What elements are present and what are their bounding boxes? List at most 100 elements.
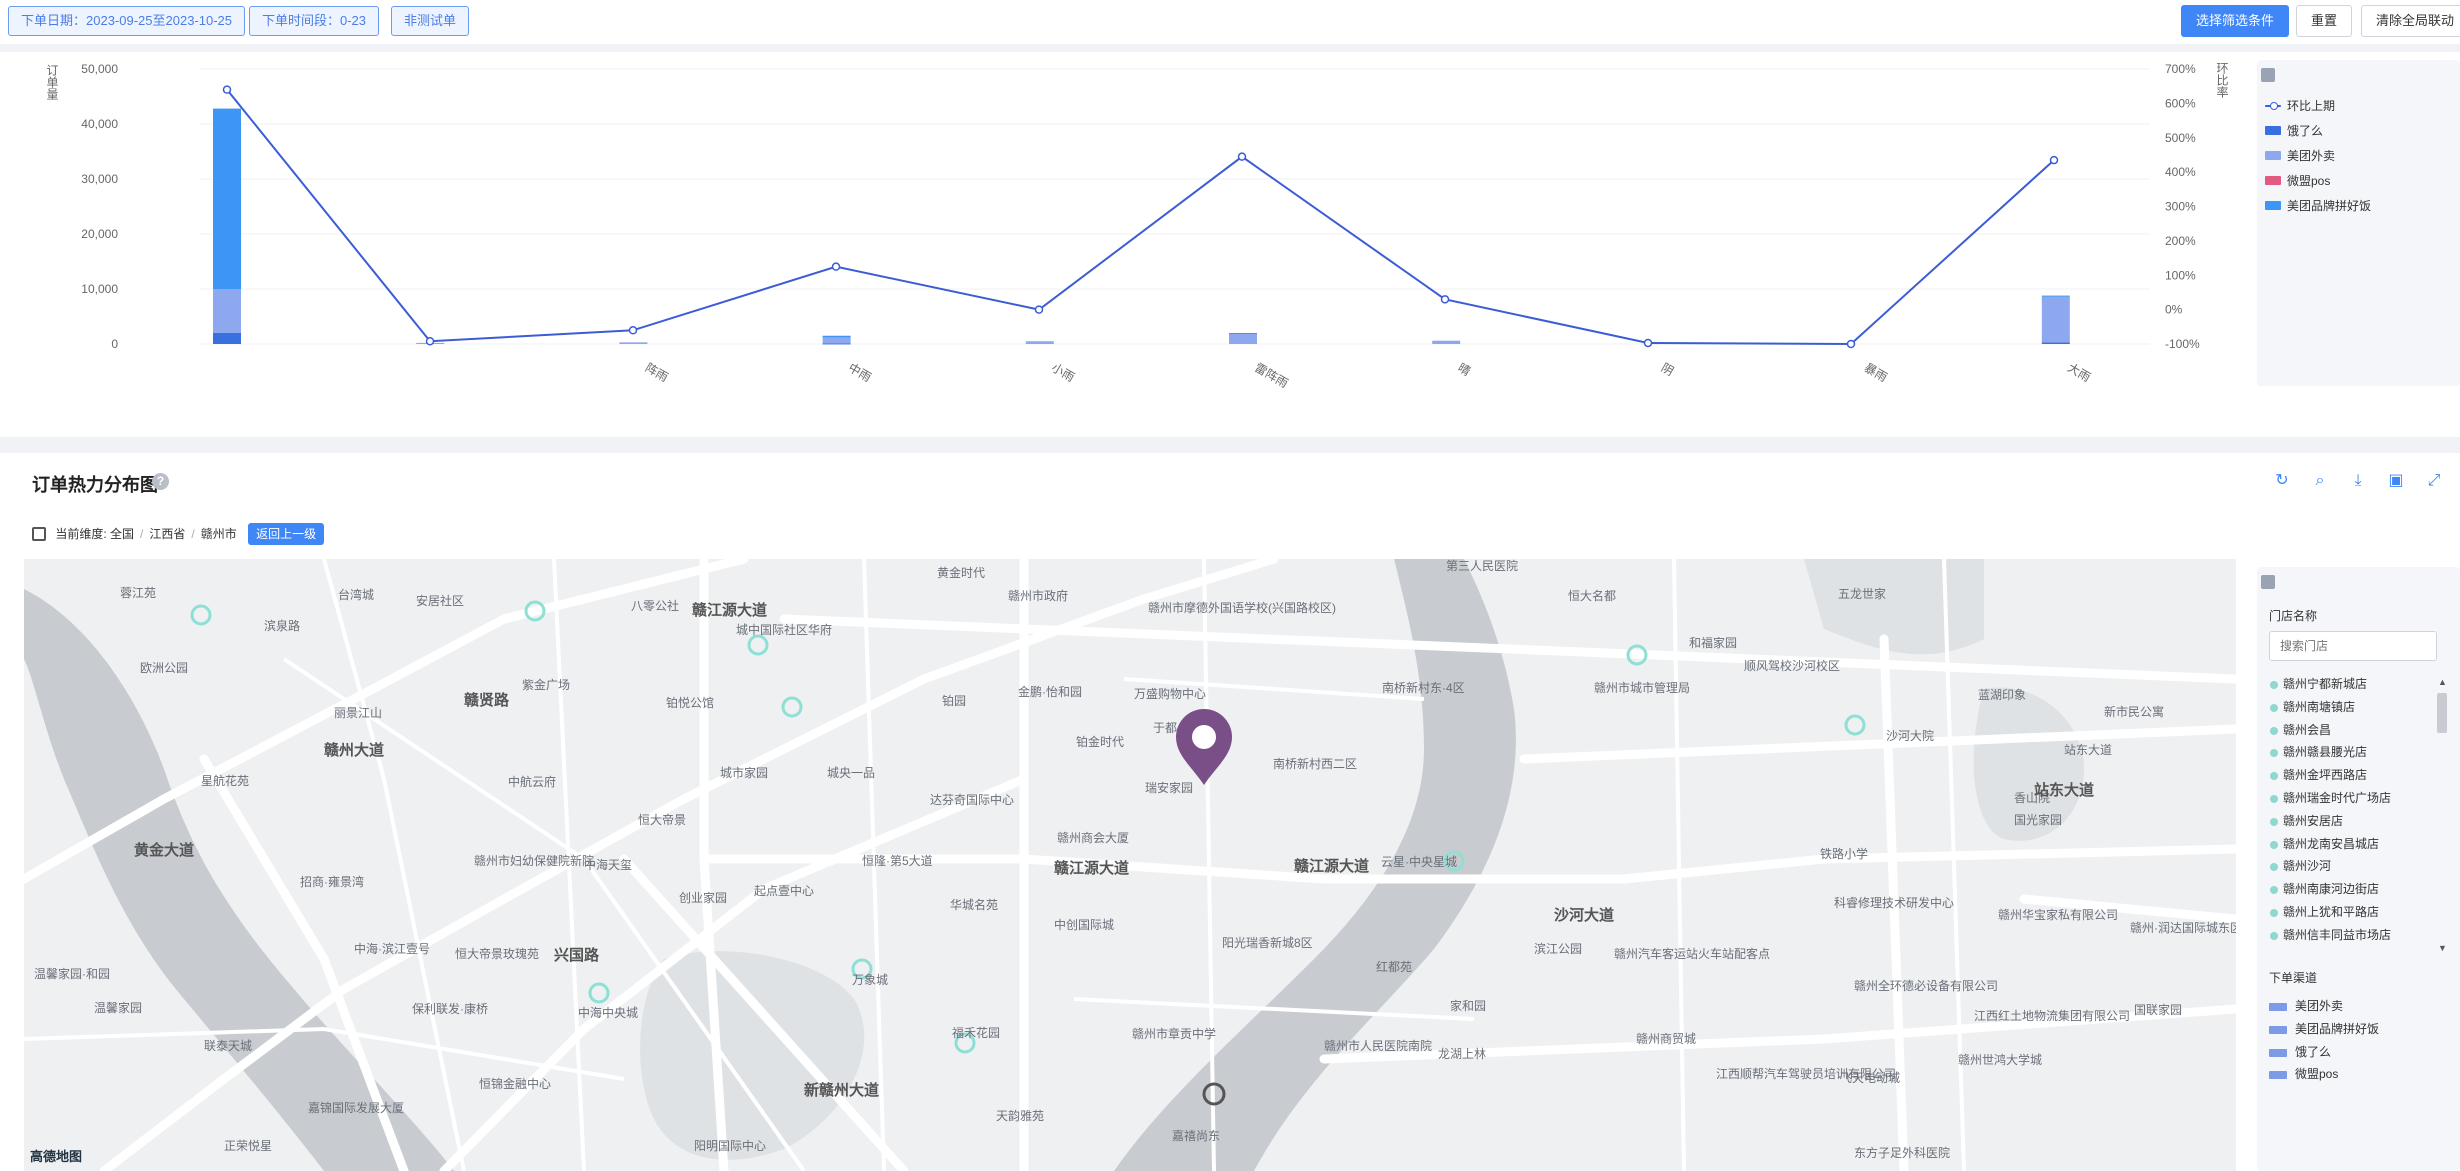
map-label: 紫金广场: [522, 678, 571, 692]
map-label: 招商·雍景湾: [300, 875, 364, 889]
time-range-tag[interactable]: 下单时间段：0-23: [249, 6, 380, 36]
select-filter-button[interactable]: 选择筛选条件: [2181, 5, 2290, 37]
store-list[interactable]: 赣州宁都新城店 赣州南塘镇店 赣州会昌 赣州赣县腰光店 赣州金坪西路店 赣州瑞金…: [2269, 673, 2449, 943]
map-label: 赣州市城市管理局: [1594, 681, 1691, 695]
store-search-input[interactable]: [2269, 631, 2437, 661]
map-label: 温馨家园·和园: [34, 967, 110, 981]
map-brand-logo: 高德地图: [30, 1149, 83, 1164]
left-tick-label: 50,000: [81, 62, 118, 76]
category-label: 雷阵雨: [1252, 360, 1290, 390]
map-label: 中航云府: [508, 775, 557, 789]
store-filter-title: 门店名称: [2269, 609, 2318, 623]
store-item[interactable]: 赣州信丰同益市场店: [2269, 924, 2449, 943]
ratio-point: [628, 326, 638, 335]
map-label: 国联家园: [2134, 1003, 2183, 1017]
map-label: 正荣悦星: [224, 1139, 273, 1153]
map-canvas[interactable]: [24, 559, 2236, 1171]
store-item[interactable]: 赣州南康河边街店: [2269, 878, 2449, 901]
back-up-button[interactable]: 返回上一级: [248, 523, 325, 545]
map-label: 南桥新村东·4区: [1382, 681, 1465, 695]
map-label: 和福家园: [1689, 636, 1738, 650]
legend-item-weimeng[interactable]: 微盟pos: [2265, 172, 2330, 190]
map-label: 恒隆·第5大道: [862, 854, 933, 868]
legend-item-pinhaofan[interactable]: 美团品牌拼好饭: [2265, 197, 2371, 215]
dashboard-root: 下单日期：2023-09-25至2023-10-25 下单时间段：0-23 非测…: [0, 0, 2460, 1171]
test-order-tag[interactable]: 非测试单: [391, 6, 470, 36]
map-label: 台湾城: [338, 588, 375, 602]
store-item[interactable]: 赣州会昌: [2269, 719, 2449, 742]
ratio-point: [222, 85, 232, 94]
store-item[interactable]: 赣州沙河: [2269, 855, 2449, 878]
scrollbar-thumb[interactable]: [2437, 693, 2447, 733]
legend-item-line[interactable]: 环比上期: [2265, 97, 2335, 115]
map-label: 站东大道: [2064, 743, 2113, 757]
road-label: 赣江源大道: [1054, 860, 1130, 877]
legend-item-meituan[interactable]: 美团外卖: [2265, 147, 2335, 165]
map-label: 蓝湖印象: [1978, 688, 2027, 702]
refresh-icon[interactable]: ↻: [2272, 471, 2292, 491]
store-panel-toggle-icon[interactable]: [2261, 575, 2275, 589]
channel-item[interactable]: 微盟pos: [2269, 1063, 2449, 1086]
ratio-point: [425, 337, 435, 346]
map-label: 于都: [1153, 721, 1178, 735]
help-icon[interactable]: ?: [152, 473, 169, 490]
right-tick-label: 500%: [2165, 131, 2196, 145]
map-label: 赣州市妇幼保健院新院: [474, 854, 595, 868]
store-item[interactable]: 赣州上犹和平路店: [2269, 901, 2449, 924]
right-axis-label: 环比率: [2215, 62, 2229, 98]
map-label: 赣州华宝家私有限公司: [1998, 908, 2119, 922]
bar-segment: [1432, 340, 1461, 344]
category-label: 阵雨: [643, 360, 671, 384]
store-item[interactable]: 赣州赣县腰光店: [2269, 741, 2449, 764]
store-item[interactable]: 赣州安居店: [2269, 810, 2449, 833]
clear-linkage-button[interactable]: 清除全局联动: [2361, 5, 2460, 37]
search-doc-icon[interactable]: ⌕: [2310, 471, 2330, 491]
left-tick-label: 10,000: [81, 282, 118, 296]
reset-button[interactable]: 重置: [2296, 5, 2353, 37]
store-item[interactable]: 赣州南塘镇店: [2269, 696, 2449, 719]
legend-toggle-icon[interactable]: [2261, 68, 2275, 82]
channel-list[interactable]: 美团外卖 美团品牌拼好饭 饿了么 微盟pos: [2269, 995, 2449, 1086]
channel-item[interactable]: 美团外卖: [2269, 995, 2449, 1018]
map-label: 国光家园: [2014, 813, 2063, 827]
channel-item[interactable]: 美团品牌拼好饭: [2269, 1018, 2449, 1041]
store-item[interactable]: 赣州龙南安昌城店: [2269, 833, 2449, 856]
ratio-point: [1846, 339, 1856, 349]
date-range-tag[interactable]: 下单日期：2023-09-25至2023-10-25: [8, 6, 245, 36]
heat-map[interactable]: 蓉江苑 台湾城 安居社区 八零公社 黄金时代 赣州市政府 赣州市摩德外国语学校(…: [24, 559, 2236, 1171]
download-icon[interactable]: ⤓: [2348, 471, 2368, 491]
channel-item[interactable]: 饿了么: [2269, 1041, 2449, 1064]
hierarchy-icon: [32, 526, 46, 541]
left-axis-label: 订单量: [45, 64, 59, 100]
store-item[interactable]: 赣州瑞金时代广场店: [2269, 787, 2449, 810]
map-label: 中海天玺: [584, 858, 633, 872]
bar-segment: [213, 333, 241, 344]
road-label: 赣江源大道: [692, 602, 768, 619]
bar-segment: [1229, 333, 1257, 344]
fullscreen-icon[interactable]: ⤢: [2424, 471, 2444, 491]
map-label: 起点壹中心: [754, 884, 815, 898]
ratio-point: [2049, 155, 2059, 165]
legend-item-eleme[interactable]: 饿了么: [2265, 122, 2323, 140]
map-label: 铂金时代: [1076, 735, 1125, 749]
breadcrumb-level-country[interactable]: 全国: [110, 527, 134, 541]
road-label: 新赣州大道: [804, 1082, 880, 1099]
filter-bar: 下单日期：2023-09-25至2023-10-25 下单时间段：0-23 非测…: [0, 0, 2460, 44]
map-label: 沙河大院: [1886, 729, 1935, 743]
category-label: 阴: [1659, 360, 1676, 378]
breadcrumb: 当前维度: 全国 / 江西省 / 赣州市 返回上一级: [32, 523, 325, 545]
map-label: 温馨家园: [94, 1001, 143, 1015]
map-label: 恒大名都: [1568, 589, 1617, 603]
road-label: 赣州大道: [324, 742, 385, 759]
store-filter-panel: 门店名称 赣州宁都新城店 赣州南塘镇店 赣州会昌 赣州赣县腰光店 赣州金坪西路店…: [2257, 567, 2460, 1171]
store-item[interactable]: 赣州金坪西路店: [2269, 764, 2449, 787]
store-list-scrollbar[interactable]: ▲ ▼: [2435, 677, 2449, 953]
store-item[interactable]: 赣州宁都新城店: [2269, 673, 2449, 696]
right-tick-label: 100%: [2165, 268, 2196, 282]
breadcrumb-level-province[interactable]: 江西省: [149, 527, 185, 541]
map-label: 创业家园: [679, 891, 728, 905]
map-label: 阳明国际中心: [694, 1139, 767, 1153]
screenshot-icon[interactable]: ▣: [2386, 471, 2406, 491]
category-label: 晴: [1456, 360, 1473, 378]
map-label: 铂悦公馆: [666, 696, 715, 710]
